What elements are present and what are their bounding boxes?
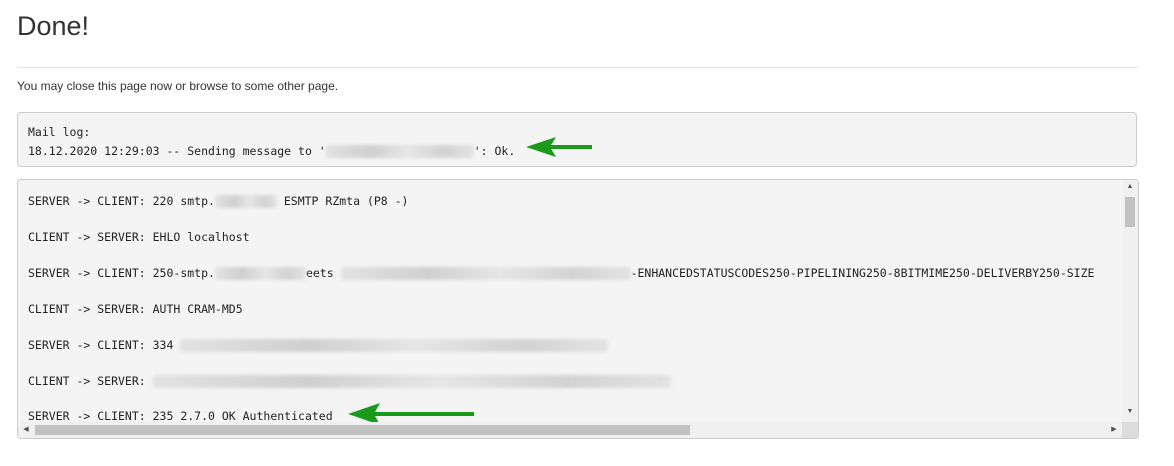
log-line: SERVER -> CLIENT: 220 smtp. ESMTP RZmta … <box>28 194 409 208</box>
log-line: CLIENT -> SERVER: <box>28 374 671 388</box>
log-text: eets <box>305 266 341 280</box>
horizontal-scrollbar[interactable]: ◀ ▶ <box>18 422 1122 438</box>
redacted-challenge <box>180 339 609 352</box>
log-text: ESMTP RZmta (P8 -) <box>276 194 409 208</box>
title-divider <box>17 67 1139 68</box>
mail-log-entry: 18.12.2020 12:29:03 -- Sending message t… <box>28 144 515 158</box>
mail-log-heading: Mail log: <box>28 125 91 139</box>
annotation-arrow-icon <box>526 137 592 157</box>
page-title: Done! <box>17 11 90 41</box>
log-line: CLIENT -> SERVER: EHLO localhost <box>28 230 250 244</box>
scroll-right-arrow-icon[interactable]: ▶ <box>1106 426 1122 434</box>
log-line: CLIENT -> SERVER: AUTH CRAM-MD5 <box>28 302 243 316</box>
scrollbar-corner <box>1122 422 1138 438</box>
log-text: CLIENT -> SERVER: <box>28 374 153 388</box>
redacted-response <box>152 375 671 388</box>
log-text: SERVER -> CLIENT: 220 smtp. <box>28 194 215 208</box>
redacted-host <box>214 267 306 280</box>
mail-log-panel: Mail log: 18.12.2020 12:29:03 -- Sending… <box>17 112 1137 167</box>
scroll-down-arrow-icon[interactable]: ▼ <box>1122 408 1138 416</box>
log-text: -ENHANCEDSTATUSCODES250-PIPELINING250-8B… <box>630 266 1095 280</box>
horizontal-scroll-thumb[interactable] <box>35 425 690 435</box>
page-message: You may close this page now or browse to… <box>17 79 339 93</box>
mail-log-entry-suffix: ': Ok. <box>473 144 516 158</box>
vertical-scrollbar[interactable]: ▲ ▼ <box>1122 180 1138 422</box>
log-text: SERVER -> CLIENT: 334 <box>28 338 181 352</box>
smtp-debug-log[interactable]: SERVER -> CLIENT: 220 smtp. ESMTP RZmta … <box>17 179 1139 439</box>
log-line: SERVER -> CLIENT: 250-smtp. eets -ENHANCE… <box>28 266 1094 280</box>
vertical-scroll-thumb[interactable] <box>1125 197 1135 227</box>
mail-log-entry-prefix: 18.12.2020 12:29:03 -- Sending message t… <box>28 144 326 158</box>
log-line: SERVER -> CLIENT: 334 <box>28 338 609 352</box>
redacted-recipient <box>325 145 474 158</box>
redacted-address <box>340 267 631 280</box>
scroll-left-arrow-icon[interactable]: ◀ <box>18 426 34 434</box>
log-line: SERVER -> CLIENT: 235 2.7.0 OK Authentic… <box>28 409 333 423</box>
scroll-up-arrow-icon[interactable]: ▲ <box>1122 183 1138 191</box>
log-text: SERVER -> CLIENT: 250-smtp. <box>28 266 215 280</box>
redacted-host <box>214 195 277 208</box>
